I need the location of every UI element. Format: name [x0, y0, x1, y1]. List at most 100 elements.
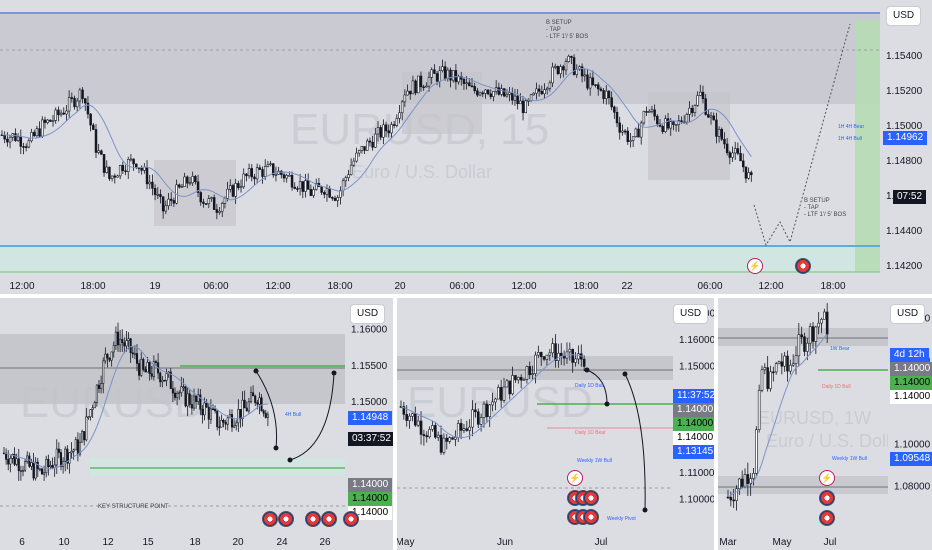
candle-body	[470, 85, 474, 88]
event-lightning-icon[interactable]: ⚡	[747, 258, 763, 274]
eu-flag-event-icon[interactable]	[819, 490, 835, 506]
eu-flag-event-icon[interactable]	[278, 511, 294, 527]
candle-body	[274, 174, 278, 176]
candle-body	[408, 90, 412, 95]
candle-body	[239, 186, 243, 189]
candle-body	[76, 439, 79, 455]
candle-body	[484, 89, 487, 94]
candle-body	[577, 353, 580, 360]
time-tick-label: Mar	[719, 537, 737, 548]
main-chart-pane[interactable]: EURUSD, 15 Euro / U.S. Dollar 1.154001.1…	[0, 0, 932, 294]
bottom-mid-chart-canvas[interactable]: 1.170001.160001.150001.120001.110001.100…	[397, 298, 714, 550]
candle-body	[559, 352, 563, 356]
candle-body	[231, 185, 235, 197]
candle-body	[241, 399, 244, 420]
us-flag-event-icon[interactable]	[795, 258, 811, 274]
currency-selector[interactable]: USD	[673, 304, 709, 324]
candle-body	[102, 360, 105, 384]
candle-body	[194, 176, 197, 183]
time-tick-label: 20	[232, 537, 244, 548]
candle-body	[732, 499, 735, 502]
us-flag-event-icon[interactable]	[583, 509, 599, 525]
candle-body	[605, 90, 608, 99]
candle-body	[89, 409, 92, 418]
candle-body	[27, 140, 31, 148]
candle-body	[46, 119, 49, 123]
event-lightning-icon[interactable]: ⚡	[819, 470, 835, 486]
currency-selector[interactable]: USD	[890, 304, 926, 324]
eu-flag-event-icon[interactable]	[343, 511, 359, 527]
price-tick-label: 1.14200	[886, 261, 923, 272]
candle-body	[70, 97, 74, 99]
bottom-right-chart-pane[interactable]: EURUSD, 1W Euro / U.S. Dollar 1.160001.1…	[718, 298, 932, 550]
candle-body	[414, 80, 417, 94]
candle-body	[328, 188, 331, 198]
candle-body	[312, 189, 315, 196]
candle-body	[496, 387, 500, 400]
us-flag-event-icon[interactable]	[819, 510, 835, 526]
us-flag-event-icon[interactable]	[305, 511, 321, 527]
candle-body	[733, 148, 737, 154]
bottom-left-chart-pane[interactable]: EURUSD 1.160001.155001.150001.145001.135…	[0, 298, 393, 550]
price-tick-label: 1.11000	[679, 468, 714, 479]
candle-body	[712, 115, 715, 121]
candle-body	[229, 185, 232, 190]
key-structure-label: KEY STRUCTURE POINT	[98, 504, 169, 510]
candle-countdown-badge: 03:37:52	[348, 432, 393, 446]
price-axis[interactable]	[888, 298, 932, 550]
eu-flag-event-icon[interactable]	[583, 490, 599, 506]
candle-body	[21, 469, 25, 472]
candle-body	[211, 408, 215, 411]
candle-body	[392, 124, 396, 126]
candle-body	[159, 372, 162, 383]
price-axis[interactable]	[880, 0, 932, 294]
candle-body	[331, 197, 334, 199]
candle-body	[129, 158, 133, 161]
zone-label: 4H Bull	[285, 412, 302, 418]
candle-body	[766, 367, 769, 389]
level-badge-white: 1.14000	[673, 431, 714, 445]
candle-body	[376, 127, 380, 135]
time-tick-label: 22	[621, 281, 633, 292]
candle-body	[680, 120, 683, 123]
main-chart-canvas[interactable]: 1.154001.152001.150001.148001.146001.144…	[0, 0, 932, 294]
eu-flag-event-icon[interactable]	[321, 511, 337, 527]
candle-body	[70, 451, 73, 454]
bottom-mid-chart-pane[interactable]: EURUSD 1.170001.160001.150001.120001.110…	[397, 298, 714, 550]
candle-body	[631, 136, 635, 141]
currency-selector[interactable]: USD	[886, 6, 922, 26]
candle-body	[416, 420, 420, 426]
candle-body	[34, 461, 37, 479]
candle-body	[366, 140, 369, 151]
candle-countdown-badge: 07:52	[893, 190, 927, 204]
us-flag-event-icon[interactable]	[262, 511, 278, 527]
price-tick-label: 1.08000	[894, 482, 931, 493]
event-lightning-icon[interactable]: ⚡	[567, 470, 583, 486]
candle-body	[81, 431, 84, 443]
candle-body	[85, 416, 88, 441]
candle-body	[419, 75, 423, 88]
candle-body	[355, 152, 358, 162]
candle-body	[582, 358, 586, 367]
currency-selector[interactable]: USD	[350, 304, 386, 324]
candle-body	[723, 138, 726, 145]
candle-body	[309, 189, 313, 196]
time-tick-label: 12	[102, 537, 114, 548]
candle-body	[24, 460, 27, 471]
candle-body	[233, 425, 236, 428]
candle-body	[688, 107, 691, 115]
candle-body	[760, 369, 764, 391]
candle-body	[183, 176, 186, 187]
zone-label-1: Daily 1D Bear	[575, 430, 606, 436]
candle-body	[548, 82, 552, 89]
candle-body	[462, 428, 466, 431]
candle-body	[531, 373, 534, 375]
candle-body	[462, 78, 466, 84]
candle-body	[519, 100, 522, 105]
candle-body	[263, 166, 267, 177]
candle-body	[443, 66, 447, 79]
candle-body	[398, 112, 401, 119]
candle-body	[43, 472, 46, 475]
candle-body	[140, 168, 143, 171]
candle-body	[486, 89, 490, 95]
